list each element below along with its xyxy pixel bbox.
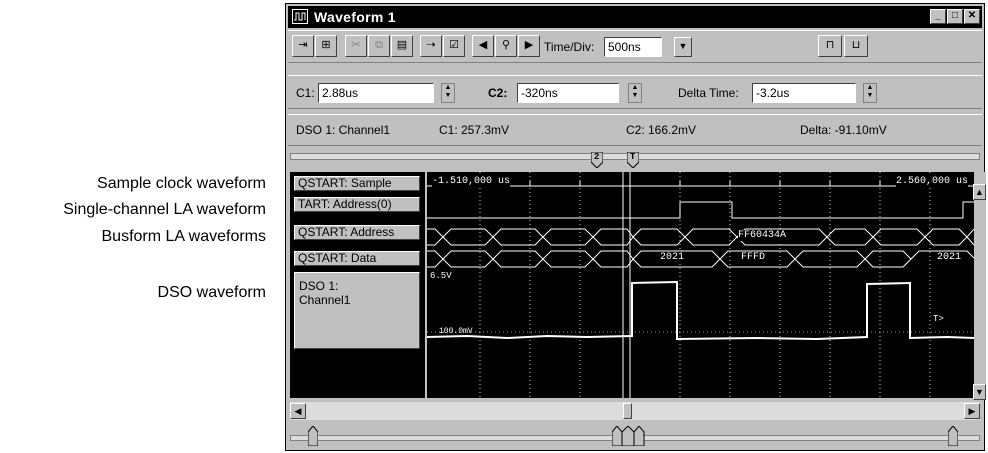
scroll-up-icon[interactable]: ▲ [973, 184, 986, 200]
waveform-name-address0[interactable]: TART: Address(0) [294, 197, 420, 212]
data-value-2: FFFD [741, 252, 766, 263]
waveform-plot-svg [427, 172, 974, 398]
properties-icon[interactable]: ☑ [443, 35, 465, 57]
cursor-bar: C1: 2.88us ▲ ▼ C2: -320ns ▲ ▼ Delta Time: … [288, 75, 982, 109]
c1-spinner[interactable]: ▲ ▼ [441, 83, 455, 103]
trigger-level-label: T> [933, 314, 944, 324]
readout-source: DSO 1: Channel1 [296, 123, 391, 137]
readout-c1: C1: 257.3mV [439, 123, 510, 137]
address-value: FF60434A [738, 230, 787, 241]
data-value-3: 2021 [937, 252, 962, 263]
c2-input[interactable]: -320ns [517, 83, 619, 103]
delta-spinner[interactable]: ▲ ▼ [863, 83, 877, 103]
waveform-plot[interactable]: -1.510,000 us 2.560,000 us FF60434A 2021… [427, 172, 974, 398]
maximize-button[interactable]: □ [947, 9, 963, 24]
cursor-marker-2[interactable]: 2 [591, 152, 603, 168]
waveform-names-panel: QSTART: Sample TART: Address(0) QSTART: … [290, 172, 425, 398]
time-div-label: Time/Div: [544, 40, 595, 54]
waveform-name-sample[interactable]: QSTART: Sample [294, 176, 420, 191]
c2-label: C2: [488, 86, 508, 100]
trigger-marker[interactable]: T [627, 152, 639, 168]
close-button[interactable]: ✕ [964, 9, 980, 24]
zoom-in-icon[interactable]: ⊓ [818, 35, 842, 57]
horizontal-scrollbar[interactable]: ◀ ▶ [290, 402, 980, 420]
scroll-down-icon[interactable]: ▼ [973, 384, 986, 400]
scroll-right-icon[interactable]: ▶ [964, 403, 980, 419]
c1-input[interactable]: 2.88us [318, 83, 434, 103]
annotation-sample-clock: Sample clock waveform [97, 175, 266, 192]
dso-name-label: DSO 1: Channel1 [299, 279, 351, 307]
waveform-window: Waveform 1 _ □ ✕ ⇥ ⊞ ✂ ⧉ ▤ ⇢ ☑ ◀ ⚲ ▶ Tim… [285, 3, 986, 451]
c2-spinner[interactable]: ▲ ▼ [628, 83, 642, 103]
waveform-name-dso[interactable]: DSO 1: Channel1 [294, 272, 420, 349]
cursor-ruler[interactable]: 2 T [290, 150, 980, 170]
delta-time-label: Delta Time: [678, 86, 739, 100]
annotation-busform: Busform LA waveforms [101, 228, 267, 245]
delta-time-input[interactable]: -3.2us [752, 83, 856, 103]
search-back-icon[interactable]: ◀ [472, 35, 494, 57]
search-forward-icon[interactable]: ▶ [518, 35, 540, 57]
waveform-window-icon[interactable] [292, 9, 308, 24]
add-waveform-icon[interactable]: ⇥ [292, 35, 314, 57]
readout-bar: DSO 1: Channel1 C1: 257.3mV C2: 166.2mV … [288, 114, 982, 146]
cut-icon[interactable]: ✂ [345, 35, 367, 57]
vertical-scrollbar[interactable]: ▲ ▼ [973, 172, 986, 400]
time-left-label: -1.510,000 us [432, 176, 511, 187]
insert-waveform-icon[interactable]: ⊞ [315, 35, 337, 57]
window-title: Waveform 1 [314, 9, 396, 25]
waveform-name-data[interactable]: QSTART: Data [294, 251, 420, 266]
readout-c2: C2: 166.2mV [626, 123, 697, 137]
annotation-dso: DSO waveform [157, 284, 266, 301]
time-right-label: 2.560,000 us [895, 176, 968, 187]
overview-right-marker[interactable] [947, 425, 959, 447]
zoom-out-icon[interactable]: ⊔ [844, 35, 868, 57]
minimize-button[interactable]: _ [930, 9, 946, 24]
goto-icon[interactable]: ⇢ [420, 35, 442, 57]
data-value-1: 2021 [660, 252, 685, 263]
dso-offset-label: 100.0mV [439, 327, 473, 336]
readout-delta: Delta: -91.10mV [800, 123, 887, 137]
horizontal-scroll-thumb[interactable] [623, 403, 632, 419]
overview-cursor-markers[interactable] [611, 425, 646, 447]
c1-label: C1: [296, 86, 315, 100]
time-div-select[interactable]: 500ns [604, 37, 662, 57]
paste-icon[interactable]: ▤ [391, 35, 413, 57]
waveform-name-address[interactable]: QSTART: Address [294, 225, 420, 240]
scroll-left-icon[interactable]: ◀ [290, 403, 306, 419]
overview-ruler[interactable] [290, 424, 980, 448]
toolbar: ⇥ ⊞ ✂ ⧉ ▤ ⇢ ☑ ◀ ⚲ ▶ Time/Div: 500ns ▼ ⊓ … [288, 30, 982, 63]
chevron-down-icon[interactable]: ▼ [674, 37, 692, 57]
copy-icon[interactable]: ⧉ [368, 35, 390, 57]
dso-scale-top: 6.5V [430, 271, 452, 281]
title-bar[interactable]: Waveform 1 _ □ ✕ [288, 6, 982, 28]
binoculars-icon[interactable]: ⚲ [495, 35, 517, 57]
overview-left-marker[interactable] [307, 425, 319, 447]
annotation-single-channel: Single-channel LA waveform [63, 201, 266, 218]
